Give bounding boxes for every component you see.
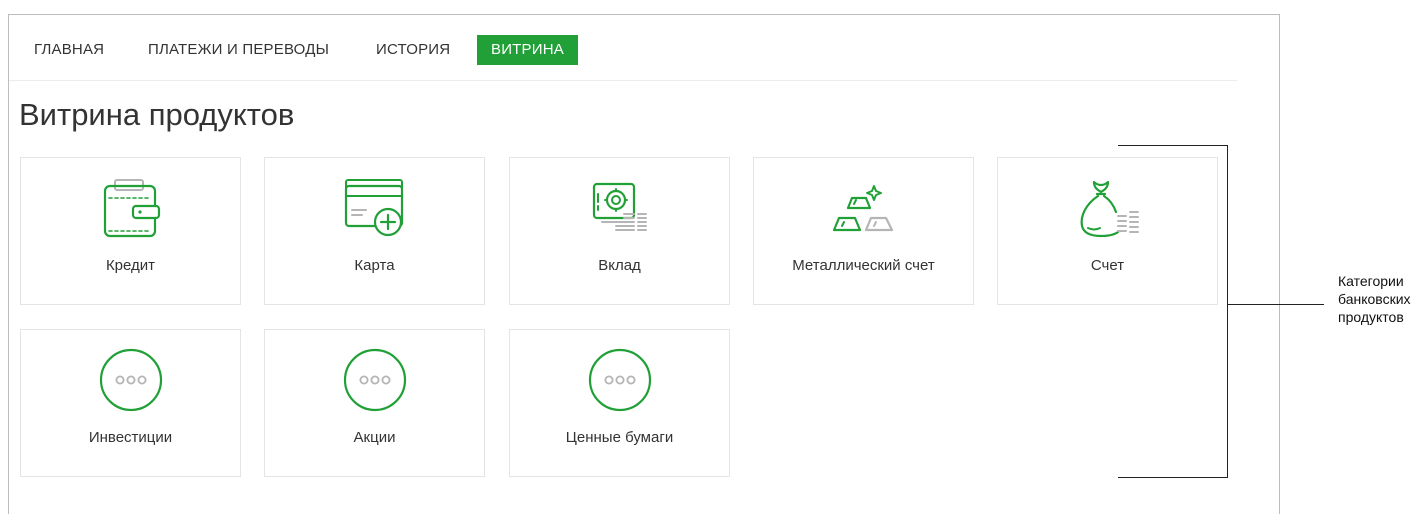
page-title: Витрина продуктов: [19, 97, 295, 132]
annotation-bracket: [1118, 145, 1228, 478]
nav-item-showcase[interactable]: ВИТРИНА: [477, 35, 578, 65]
more-icon: [96, 346, 166, 414]
nav-item-payments[interactable]: ПЛАТЕЖИ И ПЕРЕВОДЫ: [148, 35, 329, 65]
wallet-icon: [96, 174, 166, 242]
product-tile-deposit[interactable]: Вклад: [509, 157, 730, 305]
product-tile-securities[interactable]: Ценные бумаги: [509, 329, 730, 477]
card-add-icon: [340, 174, 410, 242]
nav-item-history[interactable]: ИСТОРИЯ: [376, 35, 450, 65]
annotation-line: Категории: [1338, 273, 1404, 289]
nav-item-main[interactable]: ГЛАВНАЯ: [34, 35, 104, 65]
product-tile-shares[interactable]: Акции: [264, 329, 485, 477]
product-label: Карта: [354, 257, 395, 274]
more-icon: [340, 346, 410, 414]
annotation-text: Категории банковских продуктов: [1338, 272, 1426, 326]
product-tile-card[interactable]: Карта: [264, 157, 485, 305]
product-tile-investments[interactable]: Инвестиции: [20, 329, 241, 477]
top-navigation: ГЛАВНАЯ ПЛАТЕЖИ И ПЕРЕВОДЫ ИСТОРИЯ ВИТРИ…: [9, 15, 1237, 81]
product-label: Акции: [353, 429, 396, 446]
product-label: Кредит: [105, 257, 156, 274]
annotation-line: банковских: [1338, 291, 1411, 307]
safe-icon: [585, 174, 655, 242]
gold-bars-icon: [829, 174, 899, 242]
product-label: Ценные бумаги: [565, 429, 674, 446]
annotation-line: продуктов: [1338, 309, 1404, 325]
product-tile-metal-account[interactable]: Металлический счет: [753, 157, 974, 305]
product-tile-credit[interactable]: Кредит: [20, 157, 241, 305]
product-label: Металлический счет: [792, 257, 935, 274]
more-icon: [585, 346, 655, 414]
product-label: Инвестиции: [88, 429, 173, 446]
annotation-leader-line: [1228, 304, 1324, 305]
product-label: Вклад: [598, 257, 641, 274]
app-window: ГЛАВНАЯ ПЛАТЕЖИ И ПЕРЕВОДЫ ИСТОРИЯ ВИТРИ…: [8, 14, 1280, 514]
